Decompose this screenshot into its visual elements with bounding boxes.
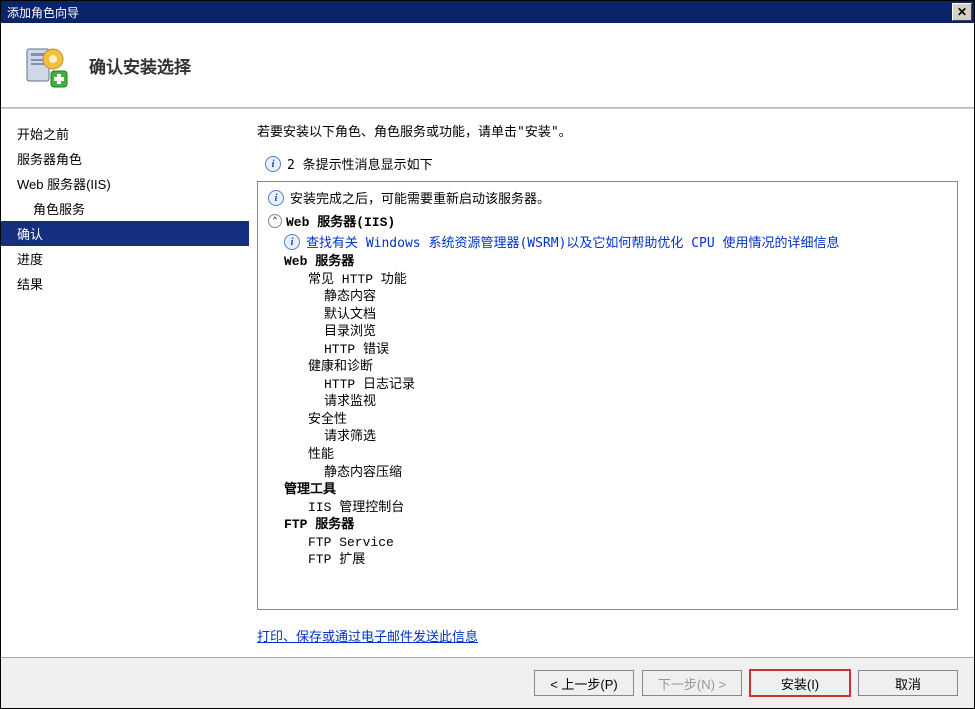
group-header: ⌃ Web 服务器(IIS) [268,211,947,230]
tree-item: FTP 服务器 [268,516,947,534]
body: 开始之前服务器角色Web 服务器(IIS)角色服务确认进度结果 若要安装以下角色… [1,109,974,657]
main-content: 若要安装以下角色、角色服务或功能，请单击"安装"。 i 2 条提示性消息显示如下… [249,109,974,657]
tree-item: FTP 扩展 [268,551,947,569]
tree-item: 性能 [268,446,947,464]
tree-item: IIS 管理控制台 [268,499,947,517]
sidebar-item-5[interactable]: 进度 [1,246,249,271]
content-box: i 安装完成之后，可能需要重新启动该服务器。 ⌃ Web 服务器(IIS) i … [257,181,958,610]
collapse-icon[interactable]: ⌃ [268,214,282,228]
info-icon: i [265,156,281,172]
sidebar-item-0[interactable]: 开始之前 [1,121,249,146]
close-button[interactable]: ✕ [952,3,972,21]
restart-info: i 安装完成之后，可能需要重新启动该服务器。 [268,188,947,207]
info-icon: i [268,190,284,206]
cancel-button[interactable]: 取消 [858,670,958,696]
prev-button[interactable]: < 上一步(P) [534,670,634,696]
intro-text: 若要安装以下角色、角色服务或功能，请单击"安装"。 [257,121,958,140]
tree-item: HTTP 日志记录 [268,376,947,394]
sidebar-item-3[interactable]: 角色服务 [1,196,249,221]
tree-item: 目录浏览 [268,323,947,341]
sidebar-item-6[interactable]: 结果 [1,271,249,296]
footer: < 上一步(P) 下一步(N) > 安装(I) 取消 [1,657,974,708]
restart-info-text: 安装完成之后，可能需要重新启动该服务器。 [290,188,550,207]
group-title: Web 服务器(IIS) [286,211,395,230]
feature-tree: Web 服务器常见 HTTP 功能静态内容默认文档目录浏览HTTP 错误健康和诊… [268,253,947,569]
install-button[interactable]: 安装(I) [750,670,850,696]
wizard-icon [21,41,69,89]
titlebar: 添加角色向导 ✕ [1,1,974,23]
page-title: 确认安装选择 [89,53,191,78]
wsrm-info: i 查找有关 Windows 系统资源管理器(WSRM)以及它如何帮助优化 CP… [268,232,947,251]
wsrm-link[interactable]: 查找有关 Windows 系统资源管理器(WSRM)以及它如何帮助优化 CPU … [306,232,840,251]
tree-item: 安全性 [268,411,947,429]
print-save-email-link[interactable]: 打印、保存或通过电子邮件发送此信息 [257,626,958,645]
tree-item: 静态内容压缩 [268,464,947,482]
header: 确认安装选择 [1,23,974,107]
next-button: 下一步(N) > [642,670,742,696]
tree-item: FTP Service [268,534,947,552]
info-count: i 2 条提示性消息显示如下 [257,154,958,173]
sidebar-item-2[interactable]: Web 服务器(IIS) [1,171,249,196]
tree-item: 常见 HTTP 功能 [268,271,947,289]
tree-item: 请求筛选 [268,428,947,446]
tree-item: 健康和诊断 [268,358,947,376]
tree-item: 默认文档 [268,306,947,324]
tree-item: HTTP 错误 [268,341,947,359]
sidebar-item-1[interactable]: 服务器角色 [1,146,249,171]
info-count-text: 2 条提示性消息显示如下 [287,154,433,173]
close-icon: ✕ [957,5,967,19]
tree-item: 管理工具 [268,481,947,499]
sidebar-item-4[interactable]: 确认 [1,221,249,246]
window-title: 添加角色向导 [7,4,79,21]
tree-item: Web 服务器 [268,253,947,271]
tree-item: 请求监视 [268,393,947,411]
sidebar: 开始之前服务器角色Web 服务器(IIS)角色服务确认进度结果 [1,109,249,657]
wizard-window: 添加角色向导 ✕ 确认安装选择 开始之前服务器角色Web 服务器(IIS)角色服… [0,0,975,709]
tree-item: 静态内容 [268,288,947,306]
info-icon: i [284,234,300,250]
